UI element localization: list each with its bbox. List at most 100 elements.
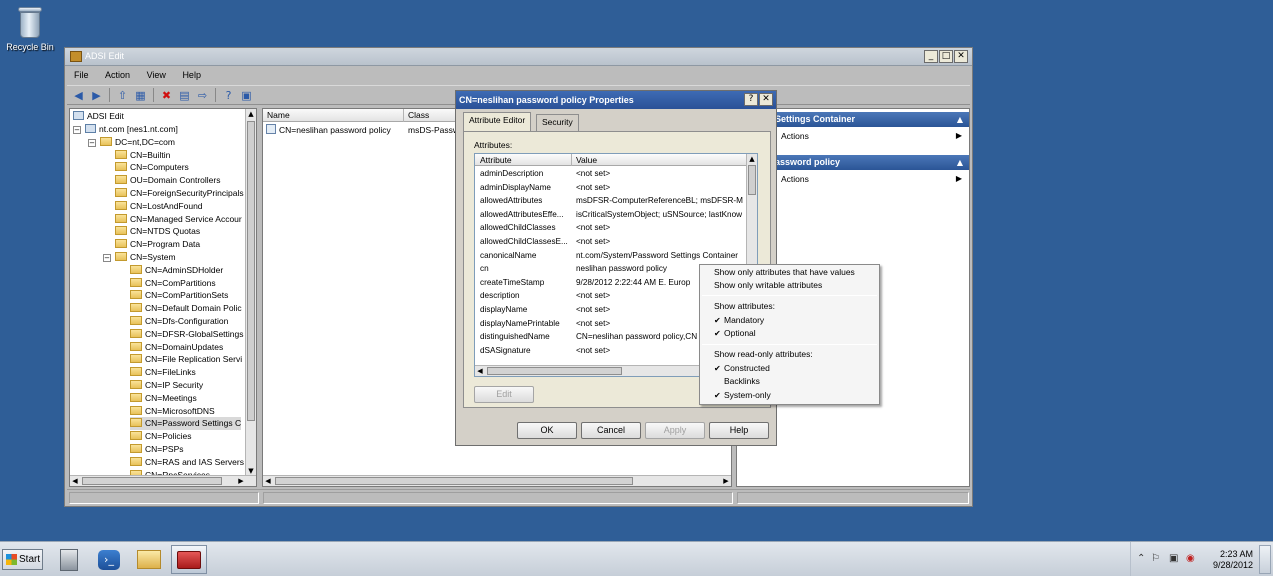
column-header-attribute[interactable]: Attribute bbox=[480, 155, 512, 165]
tree-item[interactable]: CN=RAS and IAS Servers bbox=[130, 456, 244, 469]
show-hidden-icons-icon[interactable]: ⌃ bbox=[1137, 553, 1145, 564]
collapse-icon[interactable]: ▲ bbox=[957, 155, 963, 170]
recycle-bin-desktop-icon[interactable]: Recycle Bin bbox=[4, 5, 56, 52]
tree-item[interactable]: CN=ForeignSecurityPrincipals bbox=[115, 187, 244, 200]
tree-vertical-scrollbar[interactable]: ▲ ▼ bbox=[245, 109, 256, 476]
window-titlebar[interactable]: ADSI Edit _ □ ✕ bbox=[65, 48, 972, 66]
tree-item[interactable]: CN=LostAndFound bbox=[115, 200, 203, 213]
properties-icon[interactable]: ▤ bbox=[177, 88, 192, 103]
minimize-button[interactable]: _ bbox=[924, 50, 938, 63]
tree-item[interactable]: CN=NTDS Quotas bbox=[115, 225, 200, 238]
show-desktop-button[interactable] bbox=[1259, 545, 1271, 574]
menu-view[interactable]: View bbox=[140, 68, 173, 82]
maximize-button[interactable]: □ bbox=[939, 50, 953, 63]
taskbar-adsi-edit[interactable] bbox=[171, 545, 207, 574]
up-folder-icon[interactable]: ⇧ bbox=[115, 88, 130, 103]
column-header-value[interactable]: Value bbox=[576, 155, 597, 165]
attribute-row[interactable]: adminDisplayName <not set> bbox=[475, 181, 747, 194]
action-center-flag-icon[interactable]: ⚐ bbox=[1151, 553, 1160, 564]
close-button[interactable]: ✕ bbox=[954, 50, 968, 63]
menu-help[interactable]: Help bbox=[175, 68, 208, 82]
cancel-button[interactable]: Cancel bbox=[581, 422, 641, 439]
menu-item-constructed[interactable]: ✔ Constructed bbox=[714, 362, 770, 375]
clock[interactable]: 2:23 AM 9/28/2012 bbox=[1213, 549, 1253, 571]
delete-icon[interactable]: ✖ bbox=[159, 88, 174, 103]
scroll-up-arrow-icon[interactable]: ▲ bbox=[246, 109, 256, 119]
scroll-right-arrow-icon[interactable]: ▶ bbox=[721, 476, 731, 486]
collapse-toggle-icon[interactable]: − bbox=[73, 126, 81, 134]
tree-item[interactable]: OU=Domain Controllers bbox=[115, 174, 220, 187]
tree-item[interactable]: CN=ComPartitionSets bbox=[130, 289, 228, 302]
list-hscroll-thumb[interactable] bbox=[275, 477, 633, 485]
menu-item-mandatory[interactable]: ✔ Mandatory bbox=[714, 314, 764, 327]
tree-item[interactable]: CN=Default Domain Polic bbox=[130, 302, 242, 315]
dialog-close-button[interactable]: ✕ bbox=[759, 93, 773, 106]
scroll-up-arrow-icon[interactable]: ▲ bbox=[747, 154, 757, 164]
network-icon[interactable]: ▣ bbox=[1169, 553, 1178, 564]
tree-item[interactable]: − CN=System bbox=[103, 251, 176, 264]
attribute-row[interactable]: allowedChildClasses <not set> bbox=[475, 221, 747, 234]
tree-item[interactable]: CN=DomainUpdates bbox=[130, 341, 223, 354]
list-item[interactable]: CN=neslihan password policy msDS-Passw bbox=[266, 124, 459, 137]
collapse-toggle-icon[interactable]: − bbox=[88, 138, 96, 147]
menu-item-system-only[interactable]: ✔ System-only bbox=[714, 389, 771, 402]
attributes-scroll-thumb[interactable] bbox=[748, 165, 756, 195]
taskbar-powershell[interactable]: ›_ bbox=[91, 545, 127, 574]
tree-scroll-thumb[interactable] bbox=[247, 121, 255, 421]
attribute-row[interactable]: canonicalName nt.com/System/Password Sett… bbox=[475, 249, 747, 262]
tree-item[interactable]: CN=IP Security bbox=[130, 379, 203, 392]
dialog-help-button[interactable]: ? bbox=[744, 93, 758, 106]
scroll-left-arrow-icon[interactable]: ◀ bbox=[263, 476, 273, 486]
taskbar-explorer[interactable] bbox=[131, 545, 167, 574]
tree-item[interactable]: CN=PSPs bbox=[130, 443, 184, 456]
edit-button[interactable]: Edit bbox=[474, 386, 534, 403]
tree-item[interactable]: − DC=nt,DC=com bbox=[88, 136, 175, 149]
tree-item[interactable]: − nt.com [nes1.nt.com] bbox=[73, 123, 178, 136]
ok-button[interactable]: OK bbox=[517, 422, 577, 439]
tree-item[interactable]: CN=Program Data bbox=[115, 238, 200, 251]
column-header-class[interactable]: Class bbox=[408, 110, 429, 120]
tree-item[interactable]: CN=AdminSDHolder bbox=[130, 264, 223, 277]
list-horizontal-scrollbar[interactable]: ◀ ▶ bbox=[263, 475, 731, 486]
attribute-row[interactable]: allowedAttributes msDFSR-ComputerReferenc… bbox=[475, 194, 747, 207]
tab-attribute-editor[interactable]: Attribute Editor bbox=[463, 112, 532, 131]
forward-icon[interactable]: ▶ bbox=[89, 88, 104, 103]
tree-item[interactable]: CN=File Replication Servi bbox=[130, 353, 242, 366]
collapse-toggle-icon[interactable]: − bbox=[103, 254, 111, 262]
tree-horizontal-scrollbar[interactable]: ◀ ▶ bbox=[70, 475, 256, 486]
tree-item[interactable]: CN=Computers bbox=[115, 161, 189, 174]
scroll-left-arrow-icon[interactable]: ◀ bbox=[70, 476, 80, 486]
volume-muted-icon[interactable]: ◉ bbox=[1186, 553, 1195, 564]
help-button[interactable]: Help bbox=[709, 422, 769, 439]
tab-security[interactable]: Security bbox=[536, 114, 579, 131]
tree-item[interactable]: CN=MicrosoftDNS bbox=[130, 405, 215, 418]
attributes-hscroll-thumb[interactable] bbox=[487, 367, 622, 375]
menu-item-backlinks[interactable]: Backlinks bbox=[724, 375, 760, 388]
tree-item[interactable]: CN=ComPartitions bbox=[130, 277, 216, 290]
start-button[interactable]: Start bbox=[2, 549, 43, 570]
attribute-row[interactable]: adminDescription <not set> bbox=[475, 167, 747, 180]
tree-root[interactable]: ADSI Edit bbox=[73, 110, 124, 123]
tree-item[interactable]: CN=Managed Service Accour bbox=[115, 213, 242, 226]
menu-item-show-only-values[interactable]: Show only attributes that have values bbox=[714, 266, 855, 279]
show-hide-action-pane-icon[interactable]: ▣ bbox=[239, 88, 254, 103]
menu-item-show-only-writable[interactable]: Show only writable attributes bbox=[714, 279, 822, 292]
tree-item[interactable]: CN=Meetings bbox=[130, 392, 197, 405]
collapse-icon[interactable]: ▲ bbox=[957, 112, 963, 127]
dialog-titlebar[interactable]: CN=neslihan password policy Properties ?… bbox=[456, 91, 776, 109]
help-icon[interactable]: ? bbox=[221, 88, 236, 103]
tree-item[interactable]: CN=Password Settings C bbox=[130, 417, 242, 431]
tree-item[interactable]: CN=Builtin bbox=[115, 149, 170, 162]
menu-item-optional[interactable]: ✔ Optional bbox=[714, 327, 756, 340]
taskbar-server-manager[interactable] bbox=[51, 545, 87, 574]
scroll-right-arrow-icon[interactable]: ▶ bbox=[236, 476, 246, 486]
show-hide-tree-icon[interactable]: ▦ bbox=[133, 88, 148, 103]
tree-item[interactable]: CN=DFSR-GlobalSettings bbox=[130, 328, 244, 341]
export-list-icon[interactable]: ⇨ bbox=[195, 88, 210, 103]
menu-file[interactable]: File bbox=[67, 68, 96, 82]
tree-item[interactable]: CN=Policies bbox=[130, 430, 192, 443]
tree-item[interactable]: CN=FileLinks bbox=[130, 366, 196, 379]
column-header-name[interactable]: Name bbox=[267, 110, 290, 120]
tree-hscroll-thumb[interactable] bbox=[82, 477, 222, 485]
scroll-left-arrow-icon[interactable]: ◀ bbox=[475, 366, 485, 376]
